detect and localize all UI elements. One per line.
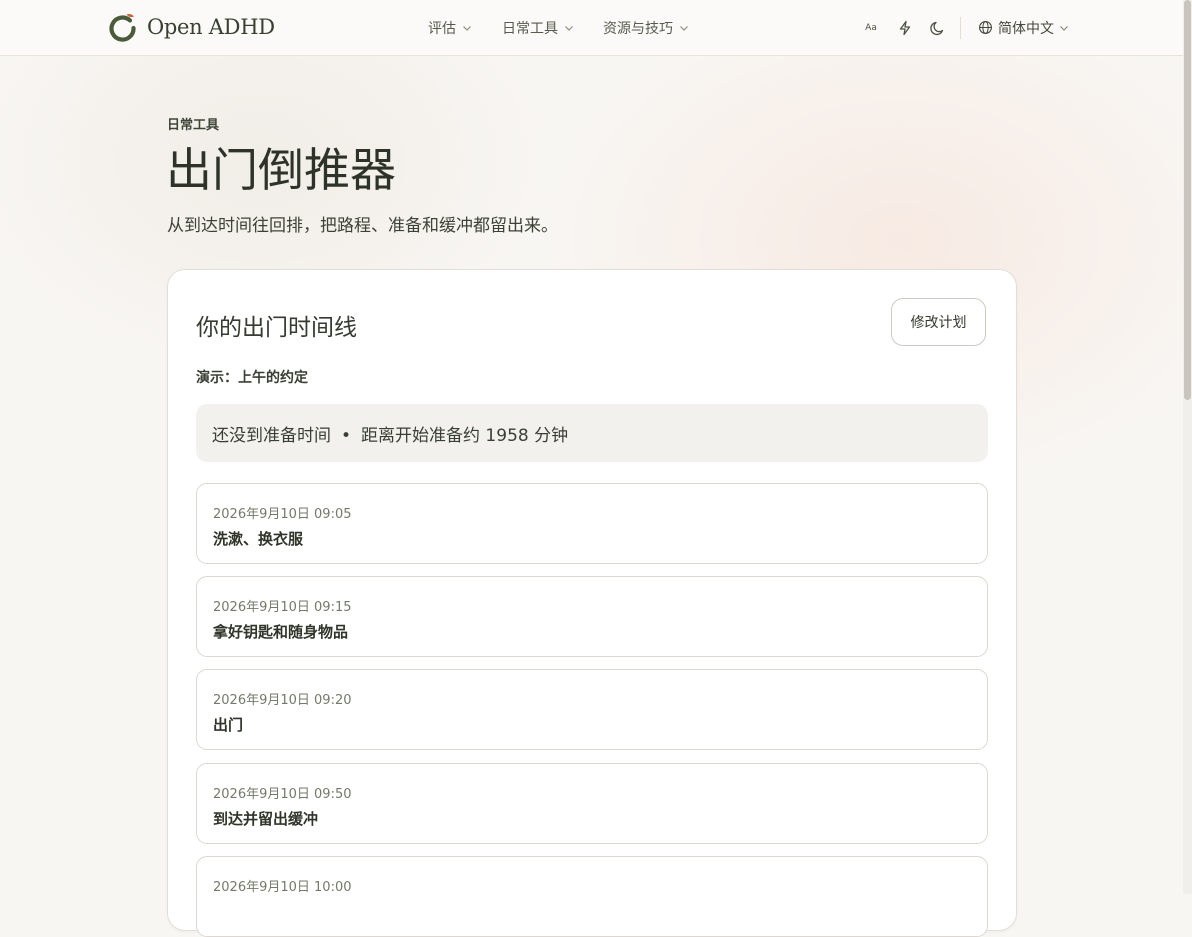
font-size-button[interactable]: Aa bbox=[860, 17, 882, 39]
step-time: 2026年9月10日 09:15 bbox=[213, 600, 352, 615]
chevron-down-icon bbox=[680, 25, 688, 31]
edit-plan-button[interactable]: 修改计划 bbox=[891, 298, 986, 346]
status-separator: • bbox=[341, 425, 352, 446]
font-size-icon: Aa bbox=[865, 23, 877, 33]
step-label: 洗漱、换衣服 bbox=[213, 530, 304, 548]
nav-evaluate-label: 评估 bbox=[428, 20, 456, 37]
nav-daily-tools[interactable]: 日常工具 bbox=[502, 0, 574, 55]
moon-icon bbox=[930, 21, 944, 36]
step-time: 2026年9月10日 10:00 bbox=[213, 880, 352, 895]
nav-resources[interactable]: 资源与技巧 bbox=[603, 0, 689, 55]
lightning-icon bbox=[899, 20, 911, 36]
brand-logo-link[interactable]: Open ADHD bbox=[107, 11, 275, 43]
focus-mode-button[interactable] bbox=[894, 17, 916, 39]
demo-label: 演示：上午的约定 bbox=[196, 370, 308, 386]
language-label: 简体中文 bbox=[998, 20, 1054, 37]
step-label: 出门 bbox=[213, 716, 244, 734]
timeline-step[interactable]: 2026年9月10日 09:15 拿好钥匙和随身物品 bbox=[196, 576, 988, 657]
scrollbar-thumb[interactable] bbox=[1184, 0, 1191, 400]
nav-evaluate[interactable]: 评估 bbox=[428, 0, 472, 55]
card-title: 你的出门时间线 bbox=[196, 315, 357, 341]
chevron-down-icon bbox=[463, 25, 471, 31]
timeline-step[interactable]: 2026年9月10日 10:00 bbox=[196, 856, 988, 937]
language-selector[interactable]: 简体中文 bbox=[978, 0, 1069, 55]
top-navigation-bar: Open ADHD 评估 日常工具 资源与技巧 Aa 简体中文 bbox=[0, 0, 1183, 56]
section-eyebrow: 日常工具 bbox=[167, 118, 220, 133]
timeline-step[interactable]: 2026年9月10日 09:05 洗漱、换衣服 bbox=[196, 483, 988, 564]
timeline-step[interactable]: 2026年9月10日 09:50 到达并留出缓冲 bbox=[196, 763, 988, 844]
nav-resources-label: 资源与技巧 bbox=[603, 20, 673, 37]
globe-icon bbox=[979, 21, 992, 34]
header-divider bbox=[960, 17, 961, 39]
brand-logo-icon bbox=[109, 14, 136, 42]
page-title: 出门倒推器 bbox=[166, 143, 396, 197]
timeline-step[interactable]: 2026年9月10日 09:20 出门 bbox=[196, 669, 988, 750]
timeline-card: 你的出门时间线 修改计划 演示：上午的约定 还没到准备时间 • 距离开始准备约 19… bbox=[167, 269, 1017, 937]
step-time: 2026年9月10日 09:20 bbox=[213, 693, 352, 708]
step-label: 到达并留出缓冲 bbox=[213, 810, 319, 828]
step-label: 拿好钥匙和随身物品 bbox=[213, 623, 349, 641]
chevron-down-icon bbox=[565, 25, 573, 31]
chevron-down-icon bbox=[1060, 25, 1068, 31]
page-subtitle: 从到达时间往回排，把路程、准备和缓冲都留出来。 bbox=[167, 216, 558, 236]
brand-name: Open ADHD bbox=[147, 15, 275, 39]
step-time: 2026年9月10日 09:05 bbox=[213, 507, 352, 522]
scrollbar-track[interactable] bbox=[1183, 0, 1192, 894]
status-detail: 距离开始准备约 1958 分钟 bbox=[361, 425, 569, 446]
status-banner: 还没到准备时间 • 距离开始准备约 1958 分钟 bbox=[196, 404, 988, 462]
dark-mode-button[interactable] bbox=[927, 17, 949, 39]
status-main: 还没到准备时间 bbox=[212, 425, 331, 446]
step-time: 2026年9月10日 09:50 bbox=[213, 787, 352, 802]
nav-daily-tools-label: 日常工具 bbox=[502, 20, 558, 37]
status-text: 还没到准备时间 • 距离开始准备约 1958 分钟 bbox=[196, 421, 568, 446]
